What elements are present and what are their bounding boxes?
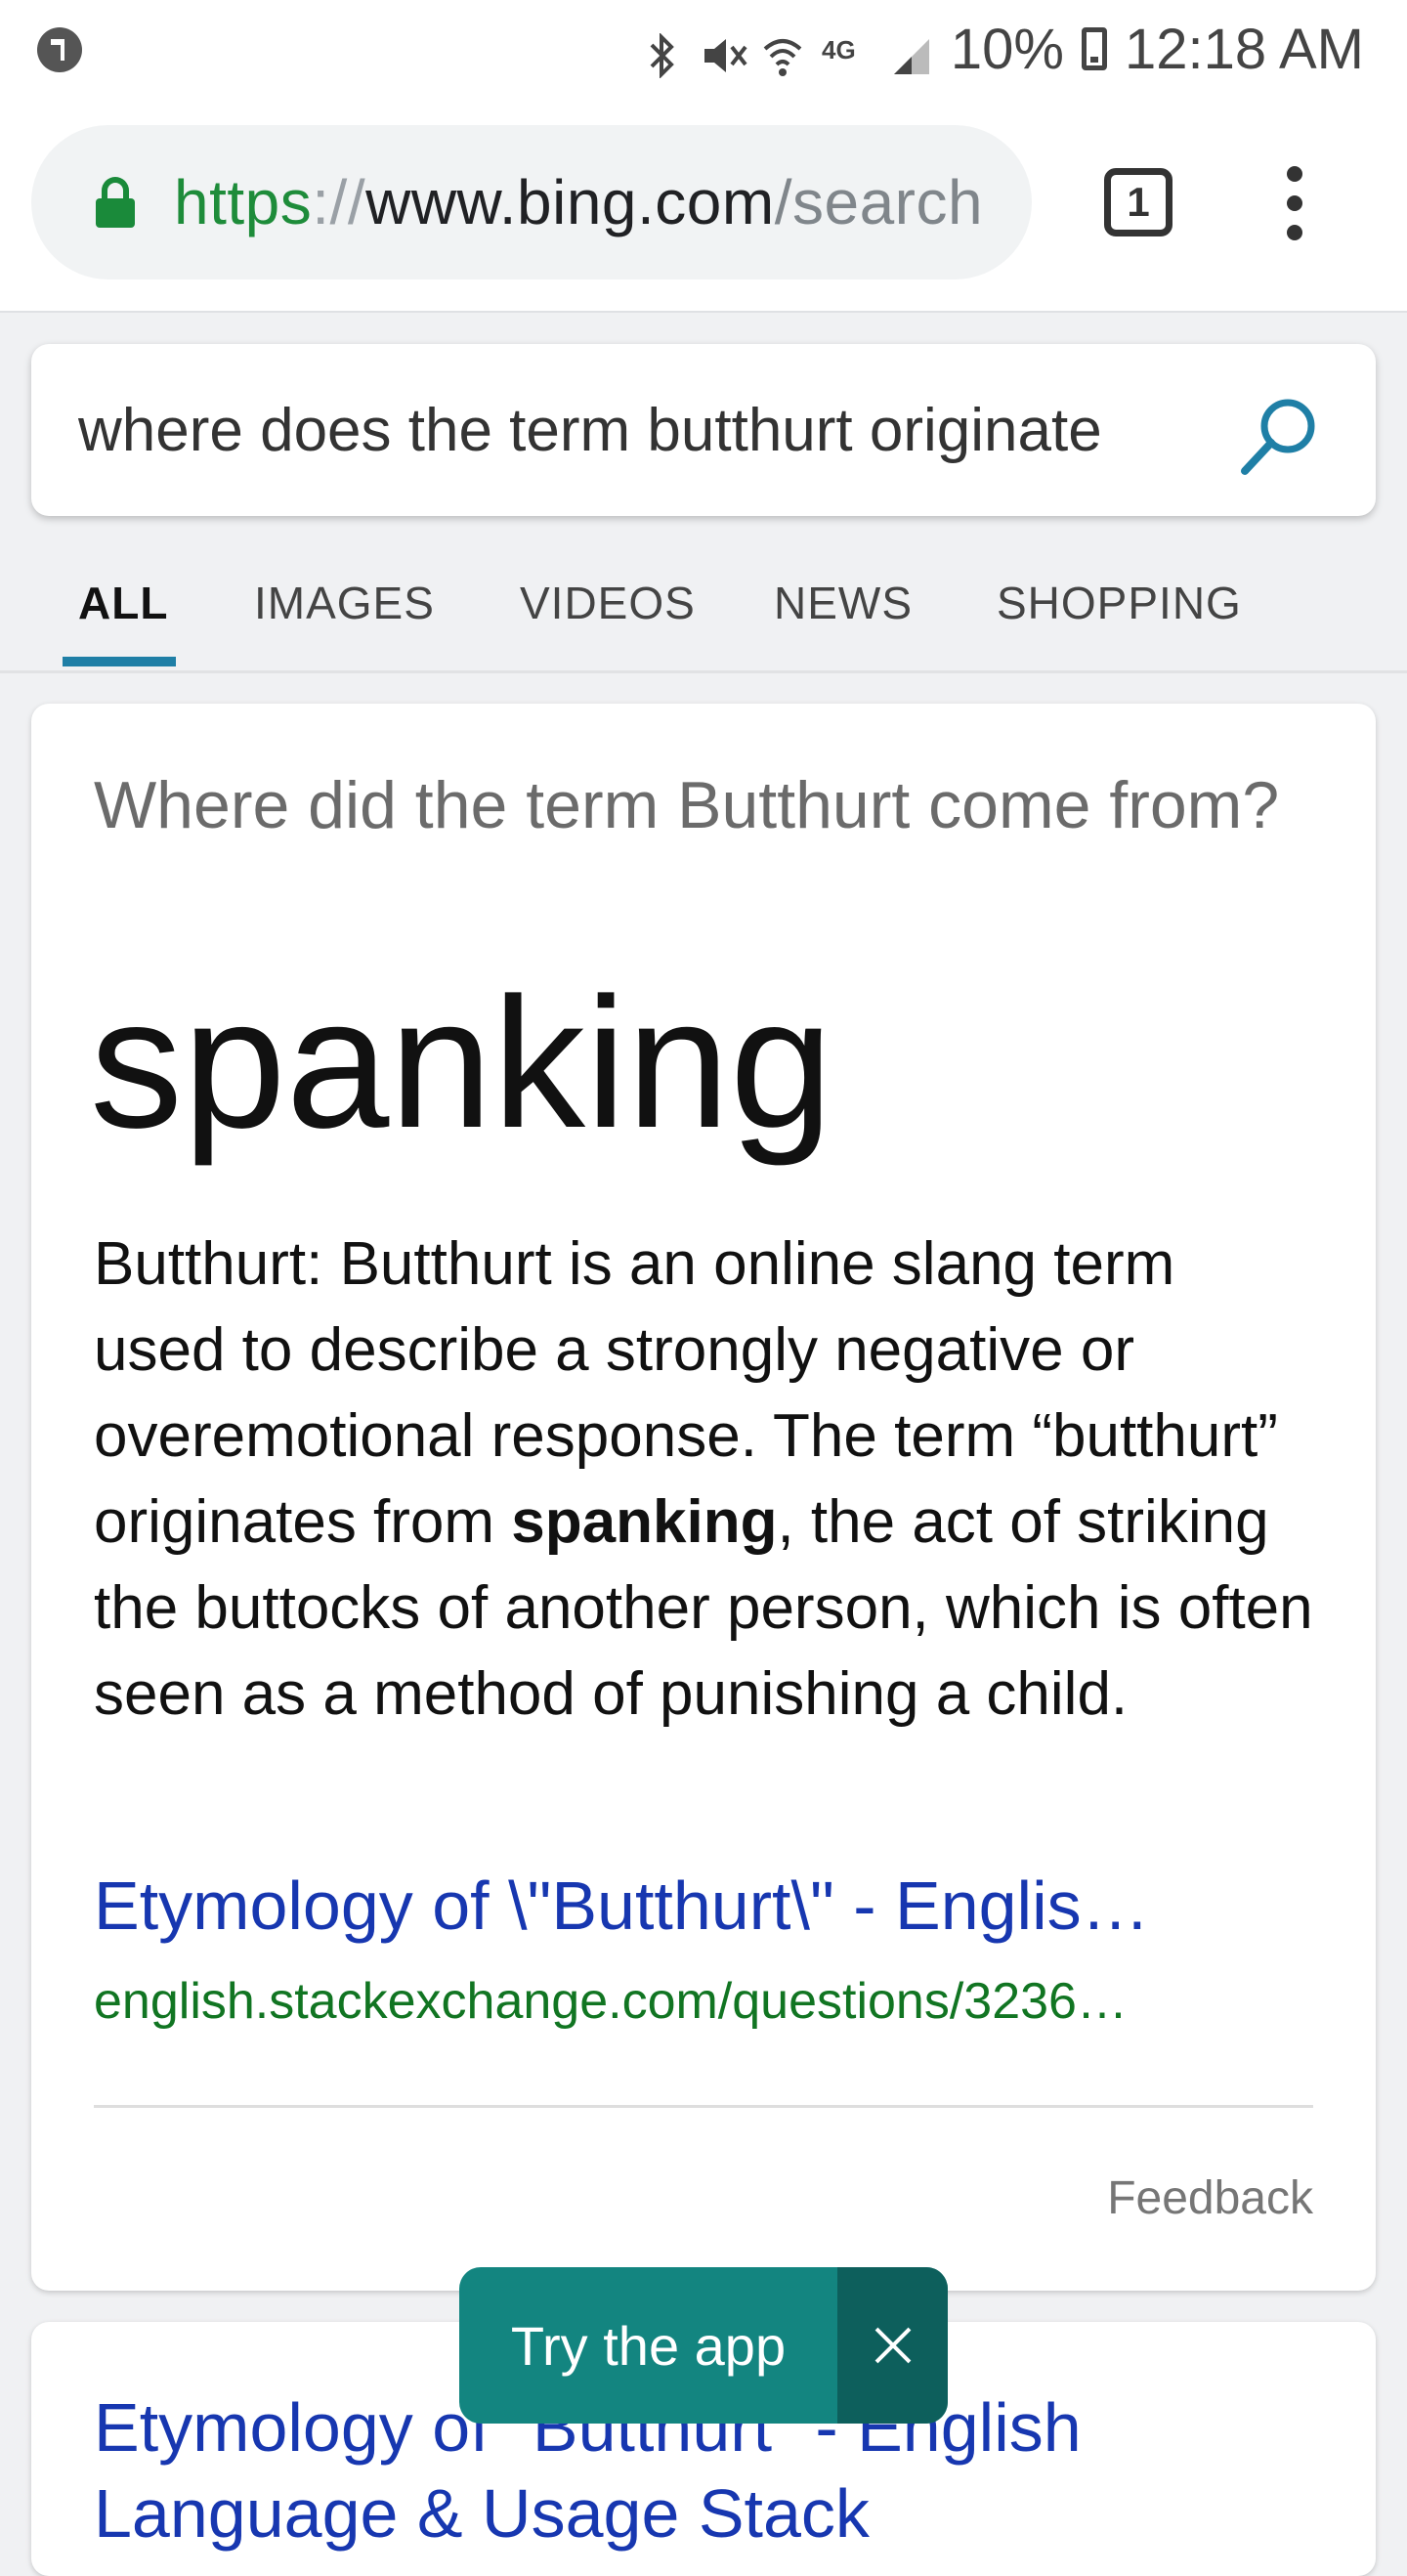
address-bar[interactable]: https://www.bing.com/search <box>31 125 1032 279</box>
url-text[interactable]: https://www.bing.com/search <box>174 166 983 238</box>
tab-shopping[interactable]: SHOPPING <box>997 577 1242 629</box>
battery-percent: 10% <box>950 17 1064 81</box>
answer-headline: spanking <box>90 960 833 1167</box>
desc-bold: spanking <box>511 1488 778 1556</box>
tab-switcher-button[interactable]: 1 <box>1104 168 1172 236</box>
clock: 12:18 AM <box>1124 17 1364 81</box>
lock-icon <box>96 177 135 228</box>
signal-icon <box>890 26 933 74</box>
answer-card: Where did the term Butthurt come from? s… <box>31 704 1376 2291</box>
try-app-banner: Try the app <box>459 2267 948 2424</box>
url-host: www.bing.com <box>365 167 775 237</box>
search-input[interactable] <box>78 344 1231 516</box>
source-link[interactable]: Etymology of \"Butthurt\" - Englis… <box>94 1867 1150 1945</box>
close-icon <box>874 2326 913 2365</box>
wifi-icon <box>761 26 804 76</box>
status-icons: 4G 10% 12:18 AM <box>640 14 1364 84</box>
status-bar: 4G 10% 12:18 AM <box>0 0 1407 98</box>
search-tabs: ALL IMAGES VIDEOS NEWS SHOPPING <box>0 557 1407 673</box>
battery-icon <box>1081 27 1107 70</box>
tab-news[interactable]: NEWS <box>774 577 913 629</box>
search-box <box>31 344 1376 516</box>
music-notification-icon <box>37 27 82 72</box>
bluetooth-icon <box>640 26 683 79</box>
active-tab-indicator <box>63 657 176 666</box>
network-type-text: 4G <box>822 35 856 64</box>
network-type-icon: 4G <box>822 26 873 71</box>
tab-images[interactable]: IMAGES <box>254 577 435 629</box>
answer-description: Butthurt: Butthurt is an online slang te… <box>94 1222 1315 1738</box>
tab-videos[interactable]: VIDEOS <box>520 577 696 629</box>
card-divider <box>94 2105 1313 2108</box>
url-scheme: https <box>174 167 313 237</box>
close-banner-button[interactable] <box>837 2267 948 2424</box>
overflow-menu-icon[interactable] <box>1280 166 1309 240</box>
url-path: /search <box>774 167 984 237</box>
feedback-link[interactable]: Feedback <box>1107 2171 1313 2225</box>
search-icon[interactable] <box>1235 393 1323 481</box>
browser-toolbar: https://www.bing.com/search 1 <box>0 98 1407 313</box>
mute-vibrate-icon <box>701 26 747 72</box>
url-separator: :// <box>312 167 366 237</box>
try-app-button[interactable]: Try the app <box>459 2267 837 2424</box>
tab-all[interactable]: ALL <box>78 577 168 629</box>
answer-question: Where did the term Butthurt come from? <box>94 768 1280 842</box>
source-url: english.stackexchange.com/questions/3236… <box>94 1973 1128 2030</box>
